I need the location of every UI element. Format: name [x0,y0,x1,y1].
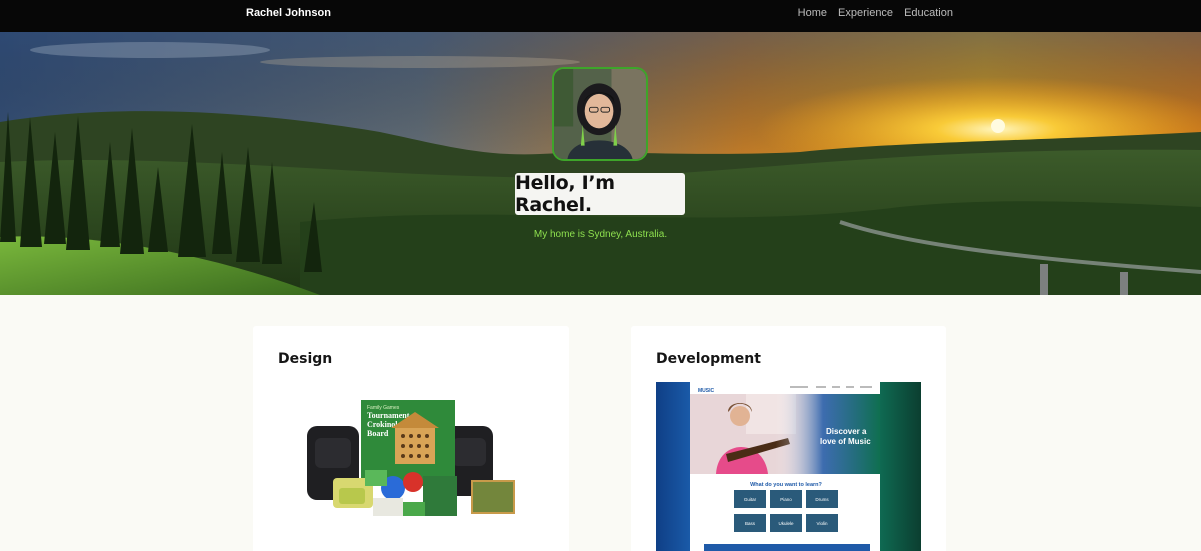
design-products-image[interactable]: Family Games Tournament Crokinole Board [303,398,521,526]
instrument-guitar: Guitar [744,497,757,502]
profile-portrait-image [554,69,646,159]
music-logo: MUSIC [698,388,715,394]
box-line-2: Tournament [367,411,410,420]
music-headline-1: Discover a [826,427,867,436]
nav-link-education[interactable]: Education [904,7,953,19]
instrument-bass: Bass [745,521,756,526]
box-line-4: Board [367,429,389,438]
profile-photo [552,67,648,161]
music-question: What do you want to learn? [750,482,822,488]
instrument-piano: Piano [780,497,792,502]
top-navbar: Rachel Johnson Home Experience Education [0,0,1201,32]
hero-banner: Hello, I’m Rachel. My home is Sydney, Au… [0,32,1201,295]
nav-links: Home Experience Education [798,7,953,19]
development-card-title: Development [656,351,761,367]
design-card: Design Family Games Tournament Crokinole… [253,326,569,551]
instrument-drums: Drums [815,497,829,502]
brand-link[interactable]: Rachel Johnson [246,7,331,19]
development-card: Development MUSIC Discover a love of Mus… [631,326,946,551]
instrument-violin: Violin [817,521,828,526]
hero-heading-box: Hello, I’m Rachel. [515,172,685,216]
music-headline-2: love of Music [820,437,871,446]
music-website-screenshot[interactable]: MUSIC Discover a love of Music What do y… [656,382,921,551]
music-website-image: MUSIC Discover a love of Music What do y… [656,382,921,551]
nav-link-home[interactable]: Home [798,7,827,19]
design-card-title: Design [278,351,333,367]
instrument-ukulele: Ukulele [778,521,794,526]
hero-greeting: Hello, I’m Rachel. [515,172,615,216]
hero-location-text: My home is Sydney, Australia. [533,229,668,240]
nav-link-experience[interactable]: Experience [838,7,893,19]
